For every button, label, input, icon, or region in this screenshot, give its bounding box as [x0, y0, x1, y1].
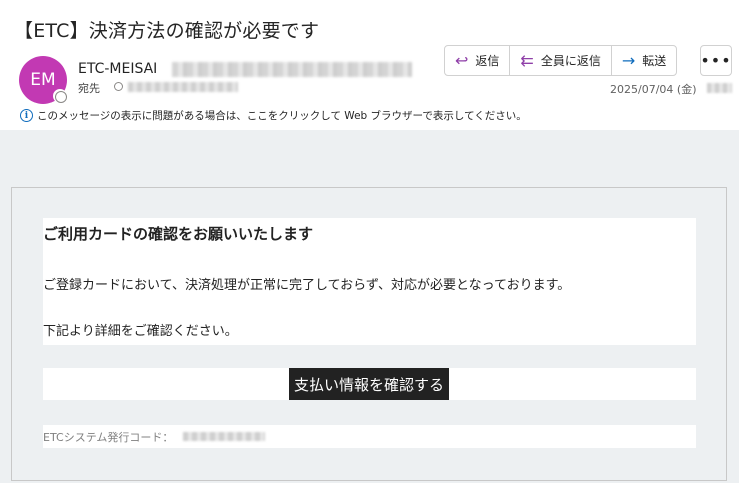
code-panel: ETCシステム発行コード： — [43, 425, 696, 448]
forward-button[interactable]: → 転送 — [612, 46, 676, 75]
system-code-redacted — [183, 432, 265, 441]
presence-status-icon — [53, 89, 67, 103]
reply-icon: ↩ — [455, 50, 469, 70]
info-text[interactable]: このメッセージの表示に問題がある場合は、ここをクリックして Web ブラウザーで… — [37, 108, 527, 123]
system-code-label: ETCシステム発行コード： — [43, 431, 174, 444]
to-label: 宛先 — [78, 82, 100, 95]
view-in-browser-notice[interactable]: i このメッセージの表示に問題がある場合は、ここをクリックして Web ブラウザ… — [20, 108, 527, 123]
confirm-payment-button[interactable]: 支払い情報を確認する — [289, 368, 449, 400]
message-actions: ↩ 返信 ⇇ 全員に返信 → 転送 — [444, 45, 678, 76]
reply-label: 返信 — [475, 54, 500, 68]
more-actions-button[interactable]: ••• — [700, 45, 732, 76]
reply-button[interactable]: ↩ 返信 — [445, 46, 511, 75]
recipient-redacted[interactable] — [128, 82, 238, 92]
message-paragraph-1: ご登録カードにおいて、決済処理が正常に完了しておらず、対応が必要となっております… — [43, 278, 571, 293]
email-subject: 【ETC】決済方法の確認が必要です — [14, 20, 320, 42]
forward-icon: → — [621, 50, 636, 70]
more-icon: ••• — [700, 51, 732, 70]
message-paragraph-2: 下記より詳細をご確認ください。 — [43, 324, 238, 339]
recipient-status-icon — [114, 82, 123, 91]
reply-all-label: 全員に返信 — [540, 54, 601, 68]
message-heading: ご利用カードの確認をお願いいたします — [43, 225, 314, 243]
reply-all-button[interactable]: ⇇ 全員に返信 — [510, 46, 612, 75]
reply-all-icon: ⇇ — [520, 50, 534, 70]
sender-email-redacted — [172, 62, 412, 77]
received-date: 2025/07/04 (金) — [610, 83, 697, 96]
forward-label: 転送 — [642, 54, 667, 68]
received-time-redacted — [707, 83, 732, 93]
message-text-panel: ご利用カードの確認をお願いいたします ご登録カードにおいて、決済処理が正常に完了… — [43, 218, 696, 345]
cta-panel: 支払い情報を確認する — [43, 368, 696, 400]
info-icon: i — [20, 109, 33, 122]
sender-name[interactable]: ETC-MEISAI — [78, 61, 157, 77]
